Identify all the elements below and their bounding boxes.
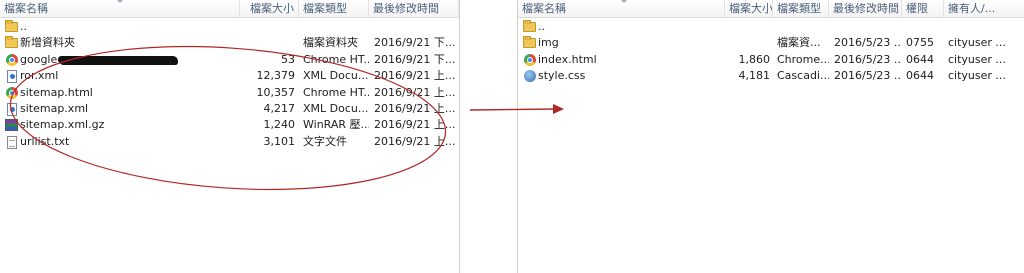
- file-size: 1,860: [738, 52, 771, 66]
- file-modified: 2016/9/21 上...: [374, 102, 456, 115]
- file-type: 文字文件: [303, 134, 347, 148]
- file-row[interactable]: sitemap.html 10,357 Chrome HT... 2016/9/21 …: [0, 85, 459, 101]
- file-perm: 0644: [906, 69, 934, 83]
- xml-icon: [7, 70, 17, 84]
- column-header-size[interactable]: 檔案大小: [240, 0, 299, 17]
- file-row[interactable]: 新增資料夾 檔案資料夾 2016/9/21 下...: [0, 35, 459, 51]
- column-header-permission[interactable]: 權限: [902, 0, 944, 17]
- file-name: ..: [538, 20, 545, 33]
- column-header-owner[interactable]: 擁有人/...: [944, 0, 1024, 17]
- file-modified: 2016/9/21 上...: [374, 118, 456, 132]
- file-type: XML Docu...: [303, 69, 369, 83]
- file-size: [240, 35, 295, 51]
- file-owner: cityuser ...: [948, 69, 1006, 83]
- file-name: style.css: [538, 69, 586, 83]
- chrome-icon: [6, 53, 18, 66]
- file-name: ror.xml: [20, 69, 59, 83]
- file-owner: cityuser ...: [948, 36, 1006, 50]
- file-type: 檔案資...: [777, 36, 821, 50]
- file-type: Chrome...: [777, 52, 829, 66]
- folder-icon: [523, 20, 536, 32]
- file-perm: 0644: [906, 52, 934, 66]
- file-type: [777, 19, 829, 35]
- file-row[interactable]: img 檔案資... 2016/5/23 ... 0755 cityuser ...: [518, 35, 1024, 51]
- remote-column-header: 檔案名稱 檔案大小 檔案類型 最後修改時間 權限 擁有人/...: [518, 0, 1024, 18]
- file-size: [725, 19, 770, 35]
- file-row[interactable]: index.html 1,860 Chrome... 2016/5/23 ... 064…: [518, 52, 1024, 68]
- file-name: sitemap.xml.gz: [20, 118, 105, 132]
- file-perm: [906, 19, 944, 35]
- file-modified: 2016/9/21 上...: [374, 134, 456, 148]
- file-modified: 2016/9/21 下...: [374, 52, 456, 66]
- column-header-type[interactable]: 檔案類型: [773, 0, 829, 17]
- file-row[interactable]: urllist.txt 3,101 文字文件 2016/9/21 上...: [0, 134, 459, 150]
- file-type: Chrome HT...: [303, 52, 369, 66]
- file-modified: 2016/9/21 下...: [374, 36, 456, 50]
- file-modified: 2016/9/21 上...: [374, 85, 456, 99]
- file-row[interactable]: ror.xml 12,379 XML Docu... 2016/9/21 上...: [0, 68, 459, 84]
- file-name: urllist.txt: [20, 134, 70, 148]
- chrome-icon: [524, 53, 536, 66]
- sort-arrow-icon: [620, 0, 628, 3]
- folder-icon: [523, 36, 536, 49]
- file-type: Chrome HT...: [303, 85, 369, 99]
- file-name: 新增資料夾: [20, 36, 75, 50]
- xml-icon: [7, 103, 17, 116]
- sort-arrow-icon: [116, 0, 124, 3]
- file-row[interactable]: ..: [0, 19, 459, 35]
- redaction-scribble: [58, 55, 178, 65]
- file-modified: 2016/5/23 ...: [834, 69, 902, 83]
- local-file-pane: 檔案名稱 檔案大小 檔案類型 最後修改時間 .. 新增資料夾 檔案資料夾 2016/9…: [0, 0, 460, 273]
- file-row[interactable]: google 53 Chrome HT... 2016/9/21 下...: [0, 52, 459, 68]
- file-size: [240, 19, 295, 35]
- file-size: 53: [281, 52, 295, 66]
- file-type: Cascadi...: [777, 69, 829, 83]
- file-owner: [948, 19, 1024, 35]
- file-name: sitemap.html: [20, 85, 93, 99]
- file-type: XML Docu...: [303, 102, 369, 115]
- file-modified: 2016/9/21 上...: [374, 69, 456, 83]
- doc-icon: [7, 135, 17, 149]
- file-modified: [374, 19, 459, 35]
- file-modified: [834, 19, 902, 35]
- folder-icon: [5, 36, 18, 49]
- column-header-modified[interactable]: 最後修改時間: [829, 0, 902, 17]
- file-perm: 0755: [906, 36, 934, 50]
- file-type: [303, 19, 369, 35]
- remote-file-pane: 檔案名稱 檔案大小 檔案類型 最後修改時間 權限 擁有人/... .. img 檔案…: [517, 0, 1024, 273]
- file-row[interactable]: ..: [518, 19, 1024, 35]
- chrome-icon: [6, 86, 18, 99]
- file-size: 4,217: [263, 102, 296, 115]
- css-icon: [524, 70, 536, 83]
- file-name: img: [538, 36, 559, 50]
- file-name: ..: [20, 20, 27, 33]
- file-type: 檔案資料夾: [303, 36, 358, 50]
- column-header-type[interactable]: 檔案類型: [299, 0, 369, 17]
- file-type: WinRAR 壓...: [303, 118, 369, 132]
- column-header-size[interactable]: 檔案大小: [725, 0, 773, 17]
- file-owner: cityuser ...: [948, 52, 1006, 66]
- rar-icon: [5, 119, 18, 132]
- file-size: 4,181: [738, 69, 771, 83]
- file-name: index.html: [538, 52, 597, 66]
- file-size: 12,379: [256, 69, 296, 83]
- file-size: 1,240: [263, 118, 296, 132]
- file-name: sitemap.xml: [20, 102, 89, 115]
- local-column-header: 檔案名稱 檔案大小 檔案類型 最後修改時間: [0, 0, 459, 18]
- file-modified: 2016/5/23 ...: [834, 52, 902, 66]
- file-modified: 2016/5/23 ...: [834, 36, 902, 50]
- file-row[interactable]: sitemap.xml.gz 1,240 WinRAR 壓... 2016/9/21 …: [0, 117, 459, 133]
- file-size: 3,101: [263, 134, 296, 148]
- column-header-modified[interactable]: 最後修改時間: [369, 0, 459, 17]
- file-size: 10,357: [256, 85, 296, 99]
- file-size: [725, 35, 770, 51]
- file-row[interactable]: sitemap.xml 4,217 XML Docu... 2016/9/21 上..…: [0, 101, 459, 117]
- folder-icon: [5, 20, 18, 32]
- file-row[interactable]: style.css 4,181 Cascadi... 2016/5/23 ... 064…: [518, 68, 1024, 84]
